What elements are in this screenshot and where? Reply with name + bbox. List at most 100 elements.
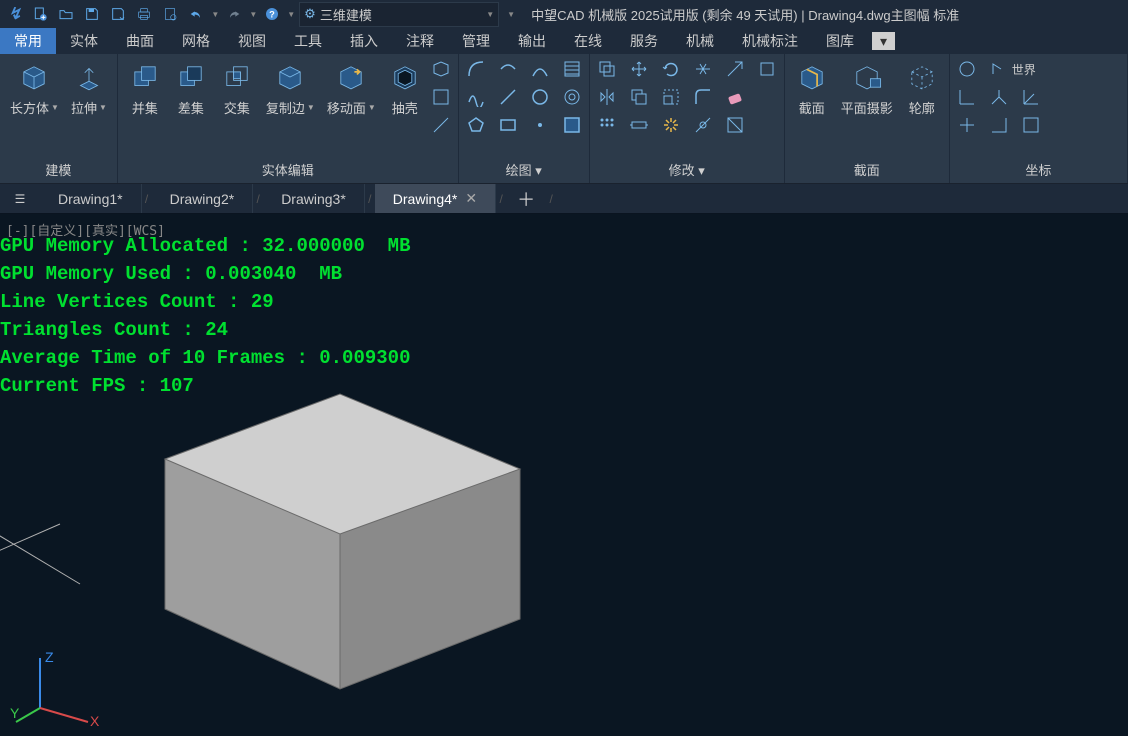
menu-output[interactable]: 输出	[504, 28, 560, 54]
ucs-icon: Z Y X	[10, 648, 100, 728]
menu-service[interactable]: 服务	[616, 28, 672, 54]
new-file-button[interactable]	[29, 3, 51, 25]
title-bar: ↯ ▼ ▼ ? ▼ ⚙三维建模 ▼ ▼ 中望CAD 机械版 2025试用版 (剩…	[0, 0, 1128, 28]
menu-online[interactable]: 在线	[560, 28, 616, 54]
flatshot-button[interactable]: 平面摄影	[837, 58, 897, 119]
saveas-button[interactable]	[107, 3, 129, 25]
plot-button[interactable]	[133, 3, 155, 25]
subtract-button[interactable]: 差集	[170, 58, 212, 119]
menu-mesh[interactable]: 网格	[168, 28, 224, 54]
copy-edge-button[interactable]: 复制边▼	[262, 58, 319, 119]
new-tab-button[interactable]: ＋	[506, 184, 546, 213]
menu-view[interactable]: 视图	[224, 28, 280, 54]
solid-edit-s2[interactable]	[430, 86, 452, 108]
ring-button[interactable]	[561, 86, 583, 108]
extrude-button[interactable]: 拉伸▼	[67, 58, 111, 119]
coord-s5[interactable]	[956, 114, 978, 136]
explode-button[interactable]	[660, 114, 682, 136]
menu-insert[interactable]: 插入	[336, 28, 392, 54]
save-button[interactable]	[81, 3, 103, 25]
menu-mech-annot[interactable]: 机械标注	[728, 28, 812, 54]
coord-s3[interactable]	[988, 86, 1010, 108]
profile-button[interactable]: 轮廓	[901, 58, 943, 119]
move-button[interactable]	[628, 58, 650, 80]
region-button[interactable]	[561, 114, 583, 136]
coord-s2[interactable]	[956, 86, 978, 108]
open-file-button[interactable]	[55, 3, 77, 25]
offset-button[interactable]	[596, 58, 618, 80]
panel-label: 坐标	[956, 156, 1121, 183]
modify-s2[interactable]	[756, 58, 778, 80]
svg-text:Z: Z	[45, 649, 54, 665]
menu-expand[interactable]: ▾	[872, 32, 895, 50]
copy-button[interactable]	[628, 86, 650, 108]
array-button[interactable]	[596, 114, 618, 136]
doc-tab-3[interactable]: Drawing3*	[263, 184, 365, 213]
fillet-button[interactable]	[692, 86, 714, 108]
undo-button[interactable]	[185, 3, 207, 25]
menu-manage[interactable]: 管理	[448, 28, 504, 54]
hatch-button[interactable]	[561, 58, 583, 80]
print-preview-button[interactable]	[159, 3, 181, 25]
erase-button[interactable]	[724, 86, 746, 108]
workspace-selector[interactable]: ⚙三维建模 ▼	[299, 2, 499, 27]
rotate-button[interactable]	[660, 58, 682, 80]
ribbon: 长方体▼ 拉伸▼ 建模 并集 差集 交集 复制边▼ 移动面▼ 抽壳 实体编辑	[0, 54, 1128, 184]
point-button[interactable]	[529, 114, 551, 136]
shell-button[interactable]: 抽壳	[384, 58, 426, 119]
coord-s1[interactable]	[956, 58, 978, 80]
modify-s3[interactable]	[692, 114, 714, 136]
panel-section: 截面 平面摄影 轮廓 截面	[785, 54, 950, 183]
arc2-button[interactable]	[497, 58, 519, 80]
menu-solid[interactable]: 实体	[56, 28, 112, 54]
line-button[interactable]	[497, 86, 519, 108]
section-button[interactable]: 截面	[791, 58, 833, 119]
panel-solid-edit: 并集 差集 交集 复制边▼ 移动面▼ 抽壳 实体编辑	[118, 54, 459, 183]
menu-common[interactable]: 常用	[0, 28, 56, 54]
circle-button[interactable]	[529, 86, 551, 108]
intersect-button[interactable]: 交集	[216, 58, 258, 119]
redo-button[interactable]	[223, 3, 245, 25]
coord-s7[interactable]	[1020, 114, 1042, 136]
spline-button[interactable]	[465, 86, 487, 108]
svg-text:Y: Y	[10, 705, 20, 721]
solid-edit-s3[interactable]	[430, 114, 452, 136]
viewport[interactable]: [-][自定义][真实][WCS] GPU Memory Allocated :…	[0, 214, 1128, 736]
menu-annotate[interactable]: 注释	[392, 28, 448, 54]
doc-tab-4[interactable]: Drawing4*✕	[375, 184, 496, 213]
coord-s4[interactable]	[1020, 86, 1042, 108]
scale-button[interactable]	[660, 86, 682, 108]
solid-edit-s1[interactable]	[430, 58, 452, 80]
modify-s1[interactable]	[724, 58, 746, 80]
trim-button[interactable]	[692, 58, 714, 80]
menu-surface[interactable]: 曲面	[112, 28, 168, 54]
panel-label: 截面	[791, 156, 943, 183]
coord-s6[interactable]	[988, 114, 1010, 136]
modify-s4[interactable]	[724, 114, 746, 136]
tab-menu-button[interactable]: ☰	[0, 184, 40, 213]
menu-mech[interactable]: 机械	[672, 28, 728, 54]
panel-modify: 修改 ▾	[590, 54, 785, 183]
svg-text:?: ?	[269, 9, 275, 19]
panel-modeling: 长方体▼ 拉伸▼ 建模	[0, 54, 118, 183]
mirror-button[interactable]	[596, 86, 618, 108]
arc-button[interactable]	[465, 58, 487, 80]
menu-tools[interactable]: 工具	[280, 28, 336, 54]
help-button[interactable]: ?	[261, 3, 283, 25]
doc-tab-2[interactable]: Drawing2*	[152, 184, 254, 213]
union-button[interactable]: 并集	[124, 58, 166, 119]
menu-library[interactable]: 图库	[812, 28, 868, 54]
move-face-button[interactable]: 移动面▼	[323, 58, 380, 119]
workspace-label: 三维建模	[320, 5, 372, 24]
ucs-world-button[interactable]: 世界	[988, 58, 1036, 80]
box-button[interactable]: 长方体▼	[6, 58, 63, 119]
doc-tab-1[interactable]: Drawing1*	[40, 184, 142, 213]
rect-button[interactable]	[497, 114, 519, 136]
panel-label: 绘图 ▾	[465, 156, 583, 183]
app-logo: ↯	[4, 4, 25, 24]
close-tab-icon[interactable]: ✕	[465, 190, 477, 207]
polygon-button[interactable]	[465, 114, 487, 136]
arc3-button[interactable]	[529, 58, 551, 80]
svg-text:X: X	[90, 713, 100, 728]
stretch-button[interactable]	[628, 114, 650, 136]
